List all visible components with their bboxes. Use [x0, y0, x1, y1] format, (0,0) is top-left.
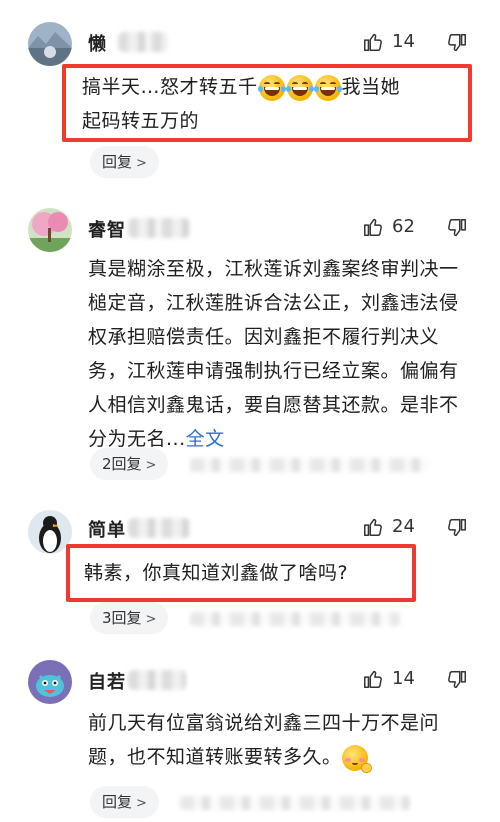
meta-redaction: [190, 458, 430, 472]
avatar-image: [28, 22, 72, 66]
avatar-image: [28, 660, 72, 704]
comment-text: 前几天有位富翁说给刘鑫三四十万不是问题，也不知道转账要转多久。: [88, 706, 472, 774]
comment-text: 搞半天…怒才转五千 我当她 起码转五万的: [82, 70, 462, 138]
avatar-image: [28, 208, 72, 252]
comment-item: 懒 14 搞半天…怒才转五千 我当她 起码转五万的 回复 >: [0, 0, 500, 190]
like-count: 24: [392, 516, 415, 537]
reply-label: 3回复: [102, 609, 142, 627]
like-count: 14: [392, 31, 415, 52]
comment-text-part: 真是糊涂至极，江秋莲诉刘鑫案终审判决一槌定音，江秋莲胜诉合法公正，刘鑫违法侵权承…: [88, 258, 459, 450]
reply-label: 回复: [102, 793, 133, 811]
chevron-right-icon: >: [145, 458, 157, 473]
thumbs-down-icon[interactable]: [446, 217, 468, 239]
reply-label: 2回复: [102, 455, 142, 473]
username[interactable]: 简单: [88, 516, 126, 542]
comment-text-part: 韩素，你真知道刘鑫做了啥吗?: [84, 562, 349, 584]
laughing-emoji-icon: [285, 74, 314, 101]
avatar[interactable]: [28, 22, 72, 66]
comment-text-part: 起码转五万的: [82, 110, 200, 132]
avatar[interactable]: [28, 660, 72, 704]
reply-button[interactable]: 2回复 >: [90, 448, 169, 480]
avatar[interactable]: [28, 208, 72, 252]
comment-text-part: 我当她: [341, 76, 401, 98]
laughing-emoji-icon: [257, 74, 286, 101]
thumbs-down-icon[interactable]: [446, 32, 468, 54]
reply-button[interactable]: 3回复 >: [90, 602, 169, 634]
username-redaction: [128, 670, 186, 690]
comment-text: 韩素，你真知道刘鑫做了啥吗?: [84, 556, 414, 590]
comment-item: 简单 24 韩素，你真知道刘鑫做了啥吗? 3回复 >: [0, 500, 500, 650]
comment-text-part: 前几天有位富翁说给刘鑫三四十万不是问题，也不知道转账要转多久。: [88, 712, 440, 768]
thumbs-up-icon[interactable]: [362, 31, 384, 53]
reply-button[interactable]: 回复 >: [90, 146, 159, 178]
like-count: 14: [392, 668, 415, 689]
username-redaction: [128, 218, 190, 238]
thumbs-up-icon[interactable]: [362, 216, 384, 238]
username[interactable]: 自若: [88, 668, 126, 694]
chevron-right-icon: >: [145, 612, 157, 627]
comment-text-part: 搞半天…怒才转五千: [82, 76, 258, 98]
username-redaction: [118, 32, 168, 52]
shy-emoji-icon: [341, 744, 372, 773]
full-text-link[interactable]: 全文: [186, 428, 225, 450]
reply-label: 回复: [102, 153, 133, 171]
meta-redaction: [190, 612, 400, 626]
comment-item: 自若 14 前几天有位富翁说给刘鑫三四十万不是问题，也不知道转账要转多久。 回复…: [0, 650, 500, 822]
comment-item: 睿智 62 真是糊涂至极，江秋莲诉刘鑫案终审判决一槌定音，江秋莲胜诉合法公正，刘…: [0, 190, 500, 500]
thumbs-up-icon[interactable]: [362, 668, 384, 690]
username-redaction: [128, 518, 190, 538]
meta-redaction: [180, 796, 410, 810]
thumbs-up-icon[interactable]: [362, 516, 384, 538]
thumbs-down-icon[interactable]: [446, 669, 468, 691]
like-count: 62: [392, 216, 415, 237]
laughing-emoji-icon: [313, 74, 342, 101]
username[interactable]: 睿智: [88, 216, 126, 242]
chevron-right-icon: >: [136, 156, 147, 171]
username[interactable]: 懒: [88, 30, 107, 56]
comment-text: 真是糊涂至极，江秋莲诉刘鑫案终审判决一槌定音，江秋莲胜诉合法公正，刘鑫违法侵权承…: [88, 252, 472, 456]
reply-button[interactable]: 回复 >: [90, 786, 159, 818]
chevron-right-icon: >: [136, 796, 147, 811]
thumbs-down-icon[interactable]: [446, 517, 468, 539]
